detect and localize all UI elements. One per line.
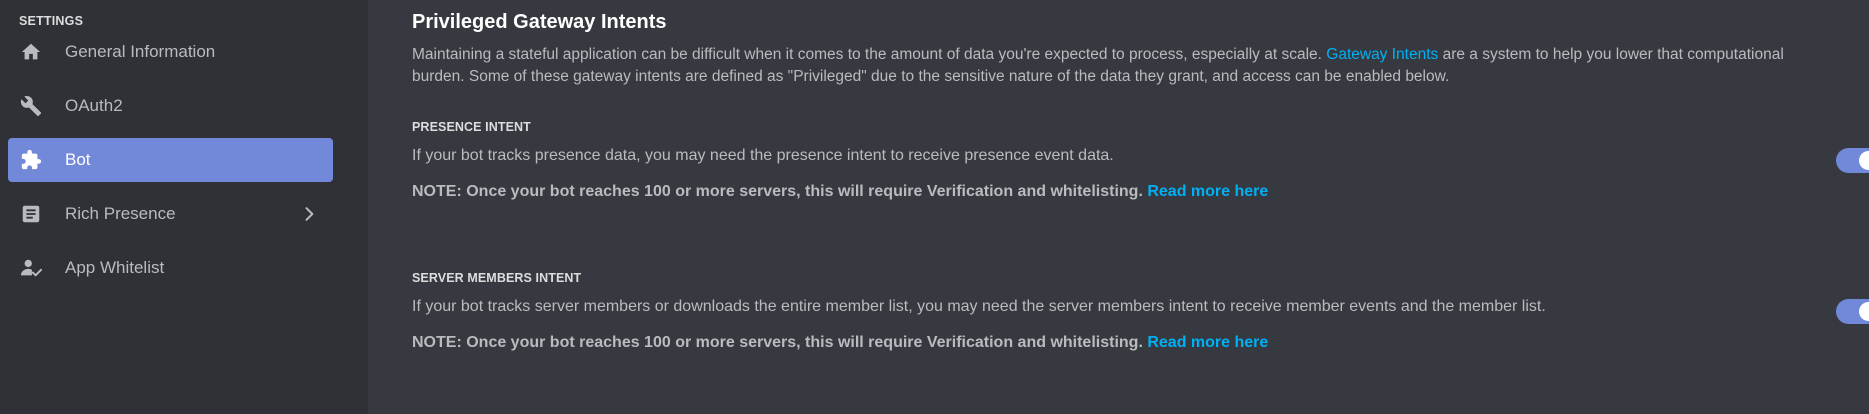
home-icon [18,39,44,65]
sidebar-item-label: App Whitelist [65,258,165,277]
settings-sidebar: SETTINGS General Information OAuth2 Bot … [0,0,368,414]
sidebar-item-bot[interactable]: Bot [8,138,333,182]
wrench-icon [18,93,44,119]
main-content: Privileged Gateway Intents Maintaining a… [368,0,1869,414]
sidebar-heading: SETTINGS [19,14,84,28]
intro-paragraph: Maintaining a stateful application can b… [412,44,1832,88]
read-more-link[interactable]: Read more here [1147,183,1268,200]
read-more-link[interactable]: Read more here [1147,334,1268,351]
sidebar-item-general-information[interactable]: General Information [8,30,333,74]
sidebar-item-rich-presence[interactable]: Rich Presence [8,192,333,236]
toggle-knob [1859,151,1869,170]
presence-intent-toggle[interactable] [1836,148,1869,173]
sidebar-item-oauth2[interactable]: OAuth2 [8,84,333,128]
sidebar-item-label: OAuth2 [65,96,123,115]
section-description: If your bot tracks server members or dow… [412,298,1546,315]
section-label: SERVER MEMBERS INTENT [412,271,582,285]
section-note: NOTE: Once your bot reaches 100 or more … [412,332,1869,354]
sidebar-item-label: Rich Presence [65,204,176,223]
toggle-knob [1859,302,1869,321]
sidebar-item-app-whitelist[interactable]: App Whitelist [8,246,333,290]
intro-text: Maintaining a stateful application can b… [412,46,1327,63]
presence-intent-section: PRESENCE INTENT If your bot tracks prese… [412,119,1869,203]
sidebar-item-label: General Information [65,42,216,61]
note-text: NOTE: Once your bot reaches 100 or more … [412,183,1143,200]
puzzle-icon [18,147,44,173]
user-list-icon [18,255,44,281]
server-members-intent-section: SERVER MEMBERS INTENT If your bot tracks… [412,270,1869,354]
document-icon [18,201,44,227]
sidebar-item-label: Bot [65,150,91,169]
gateway-intents-link[interactable]: Gateway Intents [1326,46,1438,63]
chevron-right-icon [299,204,319,224]
section-label: PRESENCE INTENT [412,120,531,134]
section-note: NOTE: Once your bot reaches 100 or more … [412,181,1869,203]
section-description: If your bot tracks presence data, you ma… [412,147,1114,164]
app-window: SETTINGS General Information OAuth2 Bot … [0,0,1869,414]
page-title: Privileged Gateway Intents [412,11,667,33]
server-members-intent-toggle[interactable] [1836,299,1869,324]
note-text: NOTE: Once your bot reaches 100 or more … [412,334,1143,351]
